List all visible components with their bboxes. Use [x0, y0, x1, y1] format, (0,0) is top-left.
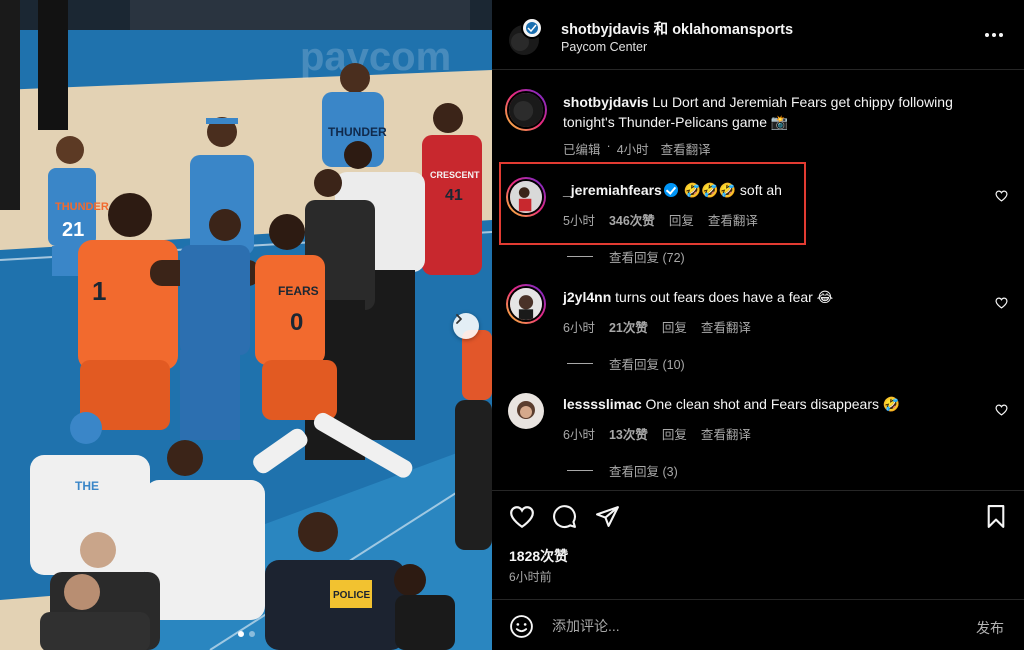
- comment-age: 6小时: [563, 321, 595, 335]
- view-replies-button[interactable]: 查看回复 (3): [567, 461, 678, 480]
- coauthor-avatar-image: [523, 19, 541, 37]
- paper-plane-icon[interactable]: [595, 504, 620, 529]
- jersey-text-police: POLICE: [333, 590, 371, 601]
- comment-likes[interactable]: 13次赞: [609, 424, 648, 443]
- comment-reply-button[interactable]: 回复: [662, 317, 687, 336]
- caption-edited: 已编辑: [563, 143, 601, 157]
- comment-meta: 6小时 13次赞 回复 查看翻译: [563, 424, 751, 443]
- post-authors[interactable]: shotbyjdavis 和 oklahomansports: [561, 18, 793, 39]
- jersey-text-thunder-2: THUNDER: [328, 125, 387, 139]
- caption-avatar-image: [507, 91, 545, 129]
- heart-icon[interactable]: [509, 505, 535, 529]
- comment-username[interactable]: j2yl4nn: [563, 289, 611, 305]
- jersey-text-thunder: THUNDER: [55, 201, 109, 213]
- comment-likes[interactable]: 21次赞: [609, 317, 648, 336]
- comment-avatar-image: [508, 286, 544, 322]
- caption-author-avatar[interactable]: [505, 89, 547, 131]
- comment-meta: 6小时 21次赞 回复 查看翻译: [563, 317, 751, 336]
- post-photo[interactable]: paycom THUNDER 21 THUNDER CRESCENT 41 1 …: [0, 0, 492, 650]
- chevron-right-icon: [456, 314, 462, 324]
- jersey-number-41: 41: [445, 187, 463, 204]
- carousel-dots: [0, 631, 492, 637]
- bookmark-icon[interactable]: [985, 504, 1007, 529]
- more-dots-icon: [985, 33, 989, 37]
- post-detail-panel: shotbyjdavis 和 oklahomansports Paycom Ce…: [492, 0, 1024, 650]
- svg-text:THE: THE: [75, 479, 99, 493]
- post-actions: 1828次赞 6小时前 发布: [492, 490, 1024, 650]
- game-photo-illustration: paycom THUNDER 21 THUNDER CRESCENT 41 1 …: [0, 0, 492, 650]
- carousel-dot-active[interactable]: [237, 631, 244, 637]
- comment-translate-link[interactable]: 查看翻译: [701, 317, 751, 336]
- jersey-text-fears: FEARS: [278, 284, 319, 298]
- comment-body: j2yl4nn turns out fears does have a fear…: [563, 287, 963, 307]
- comment-reply-button[interactable]: 回复: [662, 424, 687, 443]
- add-comment-bar: 发布: [492, 599, 1024, 650]
- comment-body: lesssslimac One clean shot and Fears dis…: [563, 394, 963, 414]
- jersey-number-21: 21: [62, 219, 84, 241]
- next-photo-button[interactable]: [453, 313, 479, 339]
- caption-age: 4小时: [616, 143, 649, 157]
- view-replies-label: 查看回复 (3): [609, 465, 678, 479]
- caption-meta: 已编辑 · 4小时 查看翻译: [563, 139, 711, 158]
- caption-username[interactable]: shotbyjdavis: [563, 94, 649, 110]
- jersey-number-1: 1: [92, 276, 106, 306]
- view-replies-label: 查看回复 (72): [609, 251, 685, 265]
- comment-text: One clean shot and Fears disappears 🤣: [641, 396, 901, 412]
- arena-sign: paycom: [300, 35, 451, 79]
- comment-like-heart-icon[interactable]: [995, 297, 1008, 309]
- carousel-dot[interactable]: [248, 631, 255, 637]
- comment-like-heart-icon[interactable]: [995, 404, 1008, 416]
- post-comment-button[interactable]: 发布: [976, 618, 1004, 638]
- view-replies-label: 查看回复 (10): [609, 358, 685, 372]
- smiley-icon[interactable]: [509, 614, 534, 639]
- view-replies-button[interactable]: 查看回复 (10): [567, 354, 685, 373]
- comment-translate-link[interactable]: 查看翻译: [701, 424, 751, 443]
- post-location[interactable]: Paycom Center: [561, 40, 647, 54]
- jersey-text-crescent: CRESCENT: [430, 170, 480, 180]
- comment-avatar-image: [508, 393, 544, 429]
- comment-avatar[interactable]: [508, 393, 544, 429]
- comment-like-heart-icon[interactable]: [995, 190, 1008, 202]
- coauthor-avatar[interactable]: [521, 17, 543, 39]
- caption-translate-link[interactable]: 查看翻译: [661, 139, 711, 158]
- comment-username[interactable]: lesssslimac: [563, 396, 642, 412]
- comment-text: turns out fears does have a fear 😂: [611, 289, 834, 305]
- like-count[interactable]: 1828次赞: [509, 546, 568, 566]
- comment-input[interactable]: [552, 618, 932, 634]
- comment-icon[interactable]: [552, 504, 577, 529]
- jersey-number-0: 0: [290, 309, 303, 336]
- highlight-box: [499, 162, 806, 245]
- view-replies-button[interactable]: 查看回复 (72): [567, 247, 685, 266]
- comment-avatar[interactable]: [506, 284, 546, 324]
- comment-age: 6小时: [563, 428, 595, 442]
- post-timestamp: 6小时前: [509, 570, 552, 584]
- post-header: shotbyjdavis 和 oklahomansports Paycom Ce…: [492, 0, 1024, 70]
- more-options-button[interactable]: [985, 33, 1003, 37]
- caption: shotbyjdavis Lu Dort and Jeremiah Fears …: [563, 92, 1003, 132]
